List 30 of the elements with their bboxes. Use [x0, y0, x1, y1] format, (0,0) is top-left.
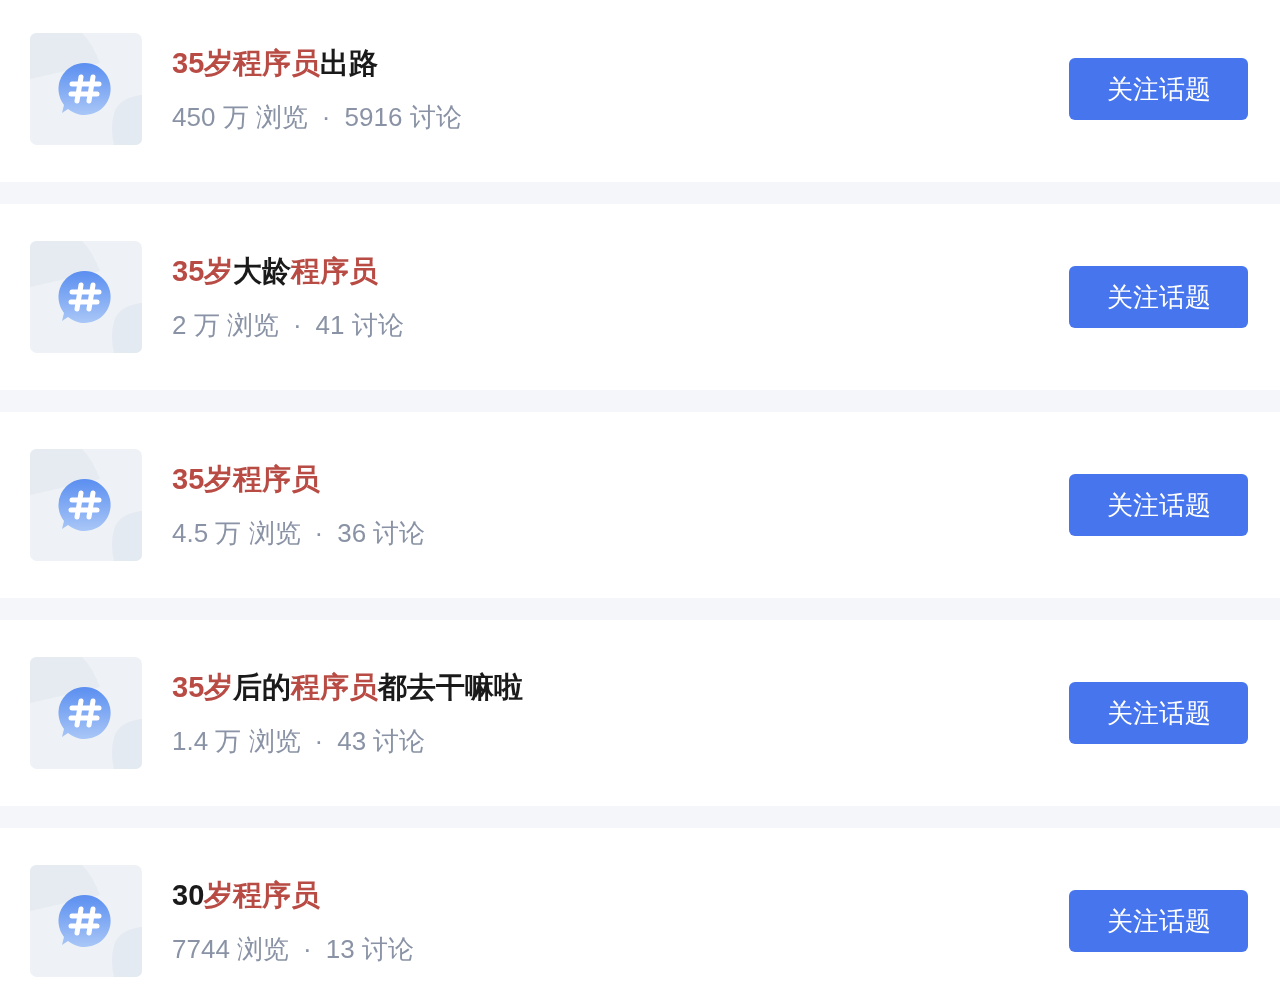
- separator-dot: ·: [292, 309, 302, 342]
- discussion-count: 43 讨论: [337, 725, 426, 758]
- view-count: 7744 浏览: [172, 933, 290, 966]
- separator-dot: ·: [314, 517, 324, 550]
- view-count: 4.5 万 浏览: [172, 517, 301, 550]
- hashtag-bubble-icon: [30, 241, 142, 353]
- view-count: 2 万 浏览: [172, 309, 279, 342]
- topic-title[interactable]: 35岁后的程序员都去干嘛啦: [172, 668, 524, 706]
- topic-title[interactable]: 35岁程序员出路: [172, 44, 379, 82]
- separator-dot: ·: [314, 725, 324, 758]
- follow-topic-button[interactable]: 关注话题: [1069, 890, 1248, 952]
- discussion-count: 36 讨论: [337, 517, 426, 550]
- hashtag-bubble-icon: [30, 657, 142, 769]
- discussion-count: 5916 讨论: [344, 101, 462, 134]
- separator-dot: ·: [321, 101, 331, 134]
- hashtag-bubble-icon: [30, 33, 142, 145]
- view-count: 450 万 浏览: [172, 101, 308, 134]
- follow-topic-button[interactable]: 关注话题: [1069, 58, 1248, 120]
- topic-title[interactable]: 35岁大龄程序员: [172, 252, 379, 290]
- follow-topic-button[interactable]: 关注话题: [1069, 474, 1248, 536]
- hashtag-bubble-icon: [30, 449, 142, 561]
- topic-title[interactable]: 35岁程序员: [172, 460, 321, 498]
- discussion-count: 41 讨论: [315, 309, 404, 342]
- follow-topic-button[interactable]: 关注话题: [1069, 682, 1248, 744]
- separator-dot: ·: [303, 933, 312, 966]
- view-count: 1.4 万 浏览: [172, 725, 301, 758]
- follow-topic-button[interactable]: 关注话题: [1069, 266, 1248, 328]
- discussion-count: 13 讨论: [325, 933, 414, 966]
- hashtag-bubble-icon: [30, 865, 142, 977]
- topic-title[interactable]: 30岁程序员: [172, 876, 321, 914]
